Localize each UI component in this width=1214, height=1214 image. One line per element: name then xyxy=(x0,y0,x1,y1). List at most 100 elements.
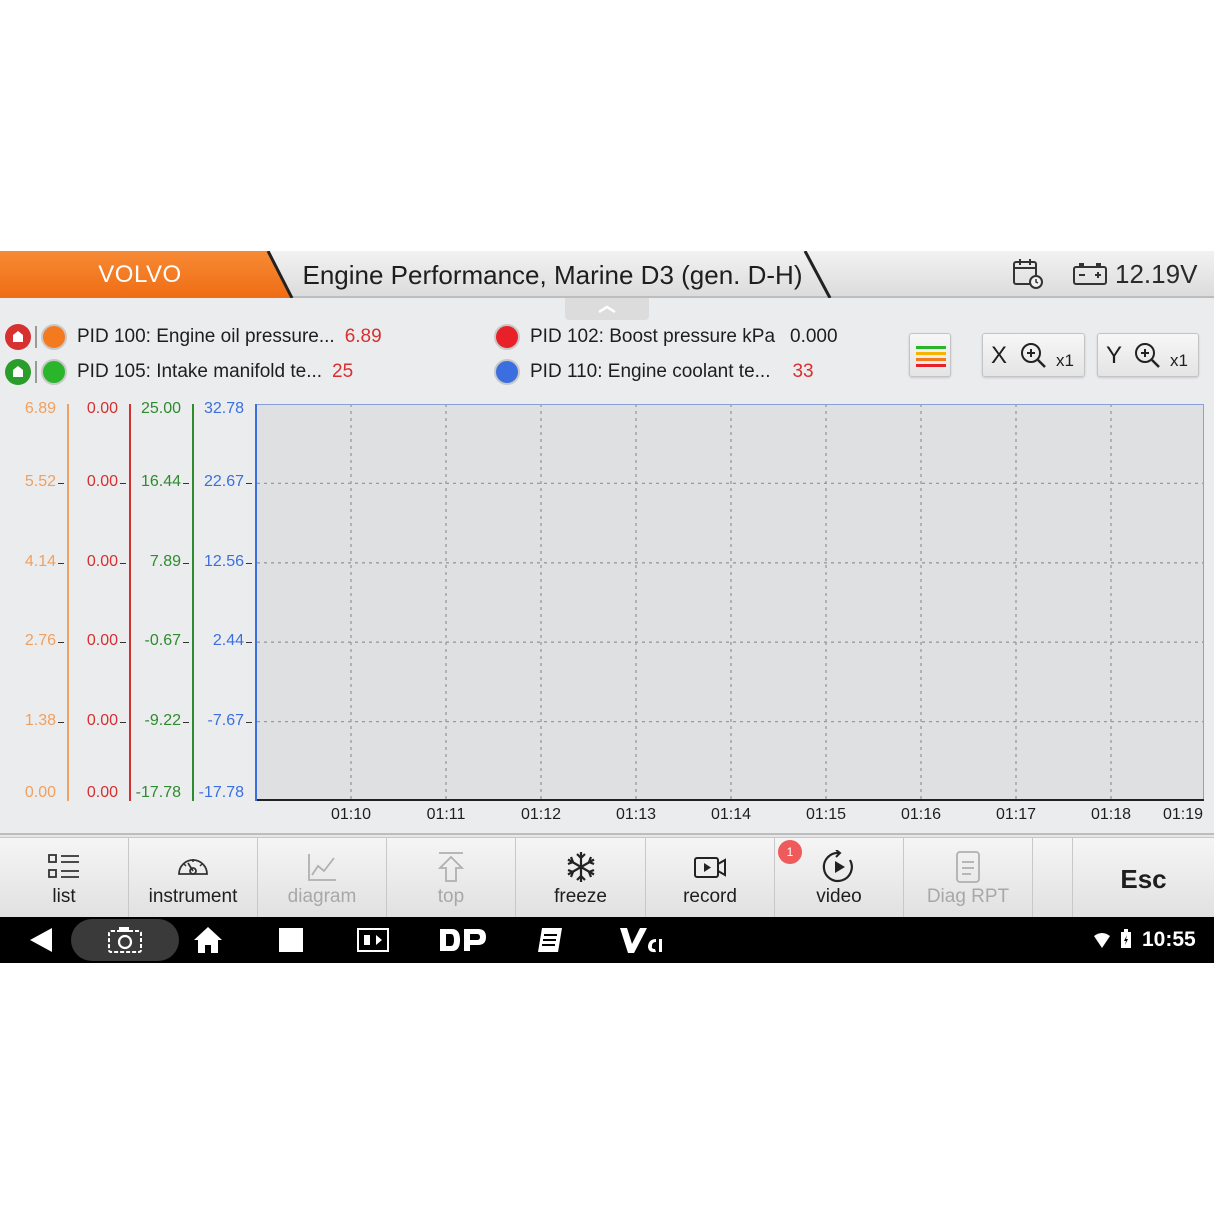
x-tick-label: 01:14 xyxy=(710,806,752,823)
x-zoom-letter: X xyxy=(991,342,1008,369)
y-tick-mark xyxy=(183,562,189,564)
pid-label: PID 102: Boost pressure kPa xyxy=(530,326,776,347)
battery-icon xyxy=(1073,263,1107,285)
y-tick-mark xyxy=(183,642,189,644)
graph-panel: PID 100: Engine oil pressure... 6.89 PID… xyxy=(0,298,1214,835)
list-label: list xyxy=(52,886,76,907)
y-tick-mark xyxy=(58,562,64,564)
wifi-icon xyxy=(1094,933,1110,948)
page-title: Engine Performance, Marine D3 (gen. D-H) xyxy=(302,260,803,290)
y-tick-label: 0.00 xyxy=(86,784,118,801)
esc-button[interactable]: Esc xyxy=(1073,838,1214,918)
video-camera-icon xyxy=(694,857,726,878)
collapse-toggle[interactable] xyxy=(565,298,649,320)
y-tick-mark xyxy=(120,642,126,644)
recent-apps-icon[interactable] xyxy=(276,925,306,955)
brand-tab[interactable]: VOLVO xyxy=(0,251,294,298)
vehicle-switch-icon[interactable] xyxy=(356,925,390,955)
record-button[interactable]: record xyxy=(646,838,775,918)
y-tick-mark xyxy=(246,642,252,644)
y-tick-label: 0.00 xyxy=(86,711,118,729)
legend-item-oil-pressure[interactable]: PID 100: Engine oil pressure... 6.89 xyxy=(5,322,382,352)
list-button[interactable]: list xyxy=(0,838,129,918)
x-tick-label: 01:13 xyxy=(615,806,657,823)
series-color-dot xyxy=(494,359,520,385)
x-tick-label: 01:17 xyxy=(995,806,1037,823)
y-tick-label: -7.67 xyxy=(207,711,244,729)
top-label: top xyxy=(437,886,465,907)
screenshot-button[interactable] xyxy=(71,919,179,961)
series-color-dot xyxy=(41,359,67,385)
y-tick-mark xyxy=(120,562,126,564)
y-tick-mark xyxy=(58,483,64,485)
y-tick-label: -17.78 xyxy=(198,784,244,801)
y-tick-label: 0.00 xyxy=(86,552,118,570)
series-color-dot xyxy=(41,324,67,350)
chevron-up-icon xyxy=(598,305,616,314)
top-button[interactable]: top xyxy=(387,838,516,918)
series-select-button[interactable] xyxy=(909,333,951,377)
y-tick-label: -0.67 xyxy=(144,632,181,650)
pid-value: 0.000 xyxy=(790,326,838,347)
x-zoom-button[interactable]: X x1 xyxy=(982,333,1085,377)
y-axis-line-intake xyxy=(192,404,194,801)
list-icon xyxy=(48,854,79,878)
dp-icon[interactable] xyxy=(438,925,488,955)
record-label: record xyxy=(683,886,737,907)
diagram-button[interactable]: diagram xyxy=(258,838,387,918)
camera-icon xyxy=(108,927,142,953)
freeze-label: freeze xyxy=(554,886,607,907)
x-tick-label: 01:16 xyxy=(900,806,942,823)
manual-icon[interactable] xyxy=(536,925,566,955)
play-icon xyxy=(822,850,853,882)
y-axis-line-oil xyxy=(67,404,69,801)
title-tab: Engine Performance, Marine D3 (gen. D-H) xyxy=(270,251,835,298)
diag-report-button[interactable]: Diag RPT xyxy=(904,838,1033,918)
pid-value: 33 xyxy=(792,361,814,382)
esc-label: Esc xyxy=(1120,864,1167,894)
arrow-up-icon xyxy=(437,852,465,882)
y-tick-mark xyxy=(183,483,189,485)
calendar-clock-icon[interactable] xyxy=(1011,256,1045,290)
bottom-toolbar: list instrument diagram top freeze recor… xyxy=(0,837,1214,918)
instrument-label: instrument xyxy=(148,886,238,907)
y-tick-mark xyxy=(58,721,64,723)
y-zoom-level: x1 xyxy=(1170,351,1188,370)
snowflake-icon xyxy=(566,852,595,882)
y-zoom-button[interactable]: Y x1 xyxy=(1097,333,1199,377)
pid-label: PID 100: Engine oil pressure... xyxy=(77,326,335,347)
legend-item-boost-pressure[interactable]: PID 102: Boost pressure kPa 0.000 xyxy=(494,322,838,352)
series-color-dot xyxy=(494,324,520,350)
legend-item-coolant-temp[interactable]: PID 110: Engine coolant te... 33 xyxy=(494,357,814,387)
freeze-button[interactable]: freeze xyxy=(516,838,646,918)
instrument-button[interactable]: instrument xyxy=(129,838,258,918)
y-tick-mark xyxy=(183,721,189,723)
y-tick-label: 1.38 xyxy=(24,711,56,729)
plot-area[interactable] xyxy=(257,404,1205,802)
x-tick-label: 01:11 xyxy=(426,806,466,823)
y-tick-mark xyxy=(246,721,252,723)
multicolor-lines-icon xyxy=(916,346,946,367)
notification-badge: 1 xyxy=(778,840,802,864)
back-icon[interactable] xyxy=(26,925,56,955)
pid-value: 6.89 xyxy=(344,326,382,347)
home-icon[interactable] xyxy=(192,925,224,955)
y-tick-label: 4.14 xyxy=(24,552,56,570)
brand-label: VOLVO xyxy=(98,261,182,288)
x-tick-label: 01:19 xyxy=(1162,806,1204,823)
app-screen: VOLVO Engine Performance, Marine D3 (gen… xyxy=(0,251,1214,963)
zoom-in-icon xyxy=(1021,343,1046,368)
y-tick-mark xyxy=(120,483,126,485)
header-bar: VOLVO Engine Performance, Marine D3 (gen… xyxy=(0,251,1214,298)
y-tick-mark xyxy=(246,483,252,485)
legend-item-intake-manifold[interactable]: PID 105: Intake manifold te... 25 xyxy=(5,357,353,387)
y-tick-label: 25.00 xyxy=(140,400,181,417)
y-tick-label: 5.52 xyxy=(24,473,56,491)
y-tick-label: 16.44 xyxy=(140,473,181,491)
status-clock: 10:55 xyxy=(1142,928,1196,951)
y-tick-label: 22.67 xyxy=(203,473,244,491)
voltage-readout: 12.19V xyxy=(1115,259,1198,289)
y-tick-label: 0.00 xyxy=(86,473,118,491)
vci-icon[interactable] xyxy=(618,925,664,955)
x-zoom-level: x1 xyxy=(1056,351,1074,370)
